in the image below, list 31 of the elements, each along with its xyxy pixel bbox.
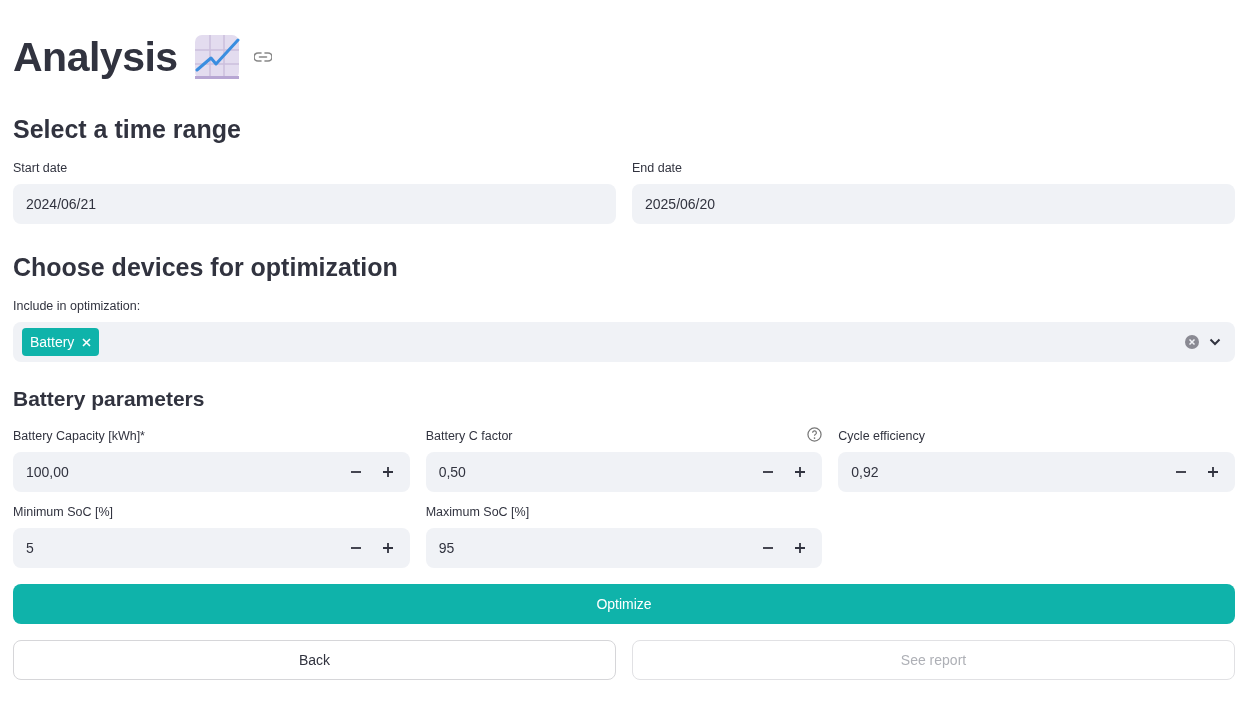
plus-icon[interactable] <box>795 467 806 477</box>
field-label: Cycle efficiency <box>838 428 925 444</box>
field-label: Minimum SoC [%] <box>13 504 114 520</box>
plus-icon[interactable] <box>382 543 393 553</box>
chevron-down-icon[interactable] <box>1209 338 1221 346</box>
section-heading: Battery parameters <box>13 386 206 412</box>
help-icon[interactable] <box>807 427 823 442</box>
plus-icon[interactable] <box>1208 467 1218 477</box>
secondary-button[interactable]: Back <box>13 640 616 680</box>
field-label: Battery C factor <box>425 428 513 444</box>
number-field[interactable]: 100,00 <box>13 452 410 492</box>
page-title: Analysis <box>13 33 178 81</box>
chart-icon <box>193 34 240 80</box>
number-field[interactable]: 0,92 <box>838 452 1235 492</box>
date-field[interactable]: 2024/06/21 <box>13 184 616 224</box>
date-field[interactable]: 2025/06/20 <box>632 184 1235 224</box>
section-heading: Select a time range <box>13 114 242 145</box>
plus-icon[interactable] <box>795 543 806 553</box>
field-label: Start date <box>13 160 69 176</box>
field-label: Include in optimization: <box>13 298 142 314</box>
clear-icon[interactable] <box>1185 335 1199 349</box>
plus-icon[interactable] <box>382 467 393 477</box>
close-icon[interactable] <box>82 337 92 347</box>
field-label: Maximum SoC [%] <box>425 504 530 520</box>
field-label: End date <box>632 160 684 176</box>
section-heading: Choose devices for optimization <box>13 252 399 283</box>
number-field[interactable]: 0,50 <box>425 452 823 492</box>
link-icon[interactable] <box>253 52 272 62</box>
field-label: Battery Capacity [kWh]* <box>13 428 145 444</box>
number-field[interactable]: 95 <box>425 528 823 568</box>
number-field[interactable]: 5 <box>13 528 410 568</box>
